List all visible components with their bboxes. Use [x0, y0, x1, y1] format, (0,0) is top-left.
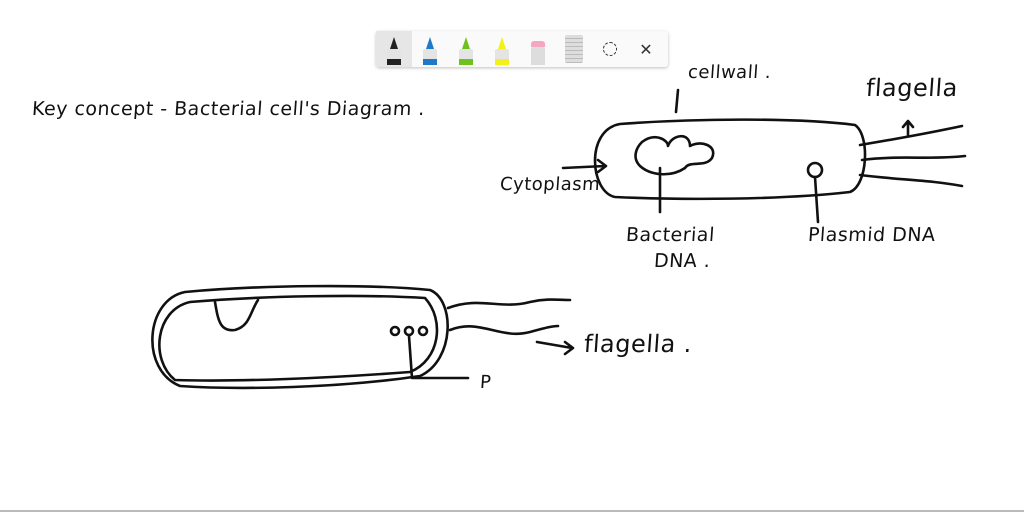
label-flagella-top: flagella: [865, 74, 959, 102]
lasso-select-icon[interactable]: [592, 31, 628, 67]
pen-icon: [459, 37, 473, 67]
flagellum-b2: [448, 324, 560, 336]
ruler-button[interactable]: [556, 31, 592, 67]
eraser-icon: [531, 37, 545, 67]
flagella-arrow-bottom: [535, 340, 575, 356]
plasmid-2: [403, 325, 415, 337]
label-flagella-bottom: flagella .: [583, 330, 694, 358]
flagellum-1: [858, 124, 964, 147]
dna-notch: [213, 298, 260, 332]
plasmid-1: [389, 325, 401, 337]
flagella-arrow-up: [901, 119, 915, 137]
close-icon[interactable]: ✕: [628, 31, 664, 67]
heading-text: Key concept - Bacterial cell's Diagram .: [31, 98, 426, 120]
pen-icon: [387, 37, 401, 67]
cell-wall-pointer: [674, 88, 680, 114]
cytoplasm-arrow: [561, 158, 608, 174]
black-pen-button[interactable]: [376, 31, 412, 67]
blue-pen-button[interactable]: [412, 31, 448, 67]
ruler-icon: [565, 35, 583, 63]
flagellum-3: [858, 173, 964, 188]
highlighter-icon: [495, 37, 509, 67]
cell-outline-bottom-inner: [158, 294, 439, 382]
plasmid-3: [417, 325, 429, 337]
eraser-button[interactable]: [520, 31, 556, 67]
label-plasmid-dna: Plasmid DNA: [807, 224, 937, 246]
green-pen-button[interactable]: [448, 31, 484, 67]
bacterial-dna-loop: [634, 134, 715, 176]
flagellum-2: [860, 154, 967, 162]
plasmid-circle: [806, 161, 824, 179]
label-p: P: [479, 372, 493, 393]
highlighter-button[interactable]: [484, 31, 520, 67]
plasmid-pointer: [813, 175, 820, 224]
label-cell-wall: cellwall .: [687, 62, 772, 83]
label-bacterial: Bacterial: [625, 224, 716, 246]
label-dna: DNA .: [653, 250, 712, 272]
pen-icon: [423, 37, 437, 67]
flagellum-b1: [446, 298, 572, 310]
label-cytoplasm: Cytoplasm: [499, 174, 601, 195]
ink-toolbar: ✕: [376, 31, 668, 67]
